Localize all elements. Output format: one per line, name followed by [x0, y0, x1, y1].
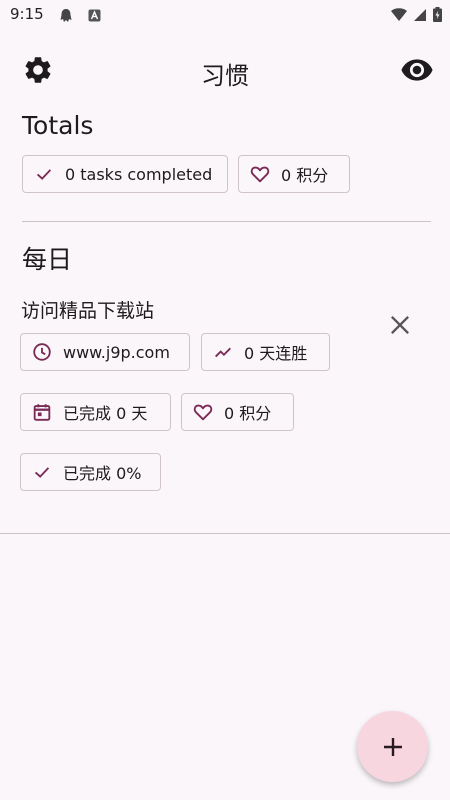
visibility-icon[interactable]	[400, 56, 434, 84]
trending-up-icon	[215, 347, 231, 358]
total-points-chip[interactable]: 0 积分	[238, 155, 350, 193]
app-bar: 习惯	[0, 44, 450, 96]
add-habit-button[interactable]	[357, 711, 428, 782]
days-completed-label: 已完成 0 天	[63, 404, 148, 423]
percent-completed-label: 已完成 0%	[63, 464, 142, 483]
check-icon	[34, 467, 50, 478]
streak-label: 0 天连胜	[244, 344, 308, 363]
calendar-icon	[33, 404, 51, 421]
section-divider	[0, 533, 450, 534]
daily-title: 每日	[22, 245, 73, 274]
heart-icon	[193, 404, 213, 421]
totals-title: Totals	[22, 111, 94, 140]
total-points-label: 0 积分	[281, 166, 329, 185]
signal-icon	[414, 8, 426, 21]
notification-icon	[60, 9, 72, 22]
clock-icon	[33, 343, 51, 361]
habit-points-chip[interactable]: 0 积分	[181, 393, 294, 431]
wifi-icon	[391, 7, 407, 21]
status-time: 9:15	[10, 5, 44, 23]
app-badge-icon	[88, 9, 101, 22]
tasks-completed-chip[interactable]: 0 tasks completed	[22, 155, 228, 193]
heart-icon	[250, 166, 270, 183]
status-bar: 9:15	[0, 0, 450, 32]
percent-completed-chip[interactable]: 已完成 0%	[20, 453, 161, 491]
habit-points-label: 0 积分	[224, 404, 272, 423]
add-icon	[383, 737, 402, 756]
tasks-completed-label: 0 tasks completed	[65, 164, 213, 184]
battery-icon	[433, 7, 442, 22]
page-title: 习惯	[201, 62, 249, 90]
reminder-label: www.j9p.com	[63, 342, 170, 362]
section-divider	[22, 221, 431, 222]
days-completed-chip[interactable]: 已完成 0 天	[20, 393, 171, 431]
close-icon[interactable]	[386, 311, 414, 339]
habit-name[interactable]: 访问精品下载站	[21, 296, 154, 323]
check-icon	[36, 169, 52, 180]
reminder-chip[interactable]: www.j9p.com	[20, 333, 190, 371]
streak-chip[interactable]: 0 天连胜	[201, 333, 330, 371]
